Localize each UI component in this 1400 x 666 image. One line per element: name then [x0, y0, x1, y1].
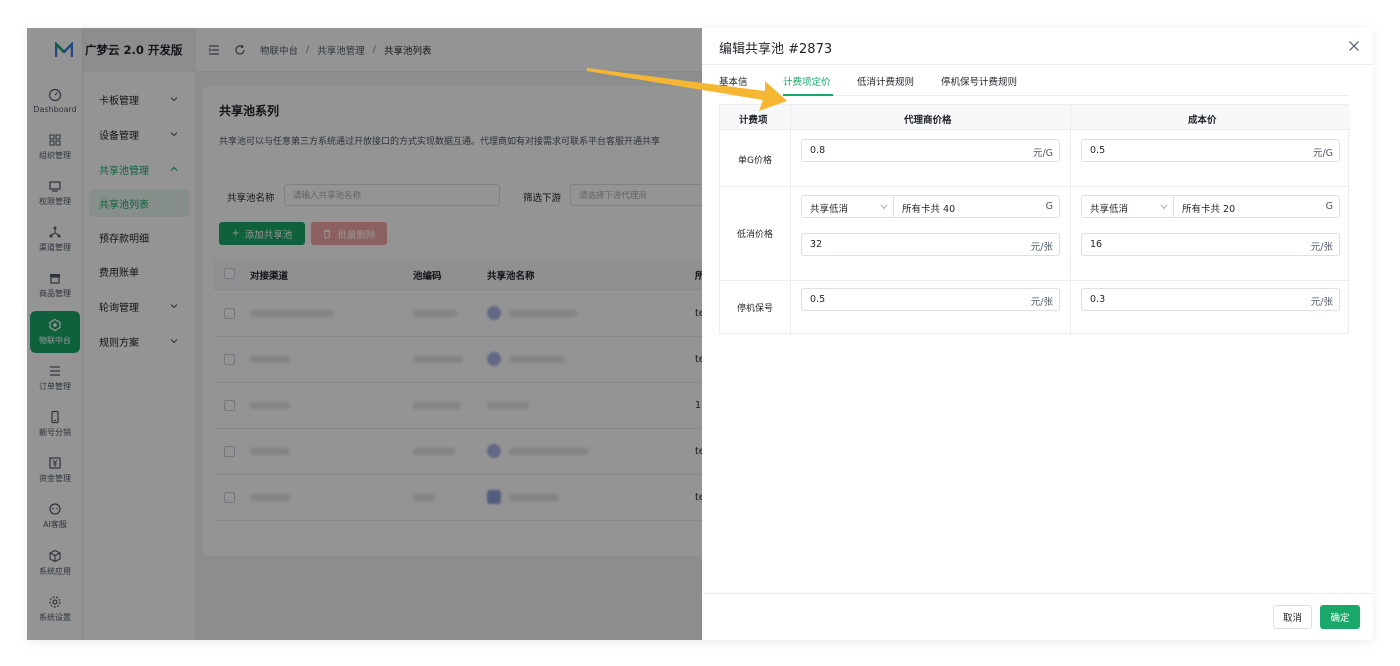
cost-min-fee-type-select[interactable]: 共享低消 所有卡共 20 G: [1081, 195, 1340, 218]
divider: [1070, 105, 1071, 335]
divider: [1173, 196, 1174, 217]
agent-min-fee-price-input[interactable]: 32 元/张: [801, 233, 1060, 256]
input-value: 0.5: [810, 294, 826, 305]
column-header: 成本价: [1188, 115, 1217, 126]
tab-min-fee-rules[interactable]: 低消计费规则: [857, 74, 914, 88]
input-unit: 元/张: [1030, 242, 1053, 253]
divider: [720, 280, 1350, 281]
drawer-tabs: 基本信 计费项定价 低消计费规则 停机保号计费规则: [719, 68, 1349, 96]
divider: [720, 186, 1350, 187]
drawer-title: 编辑共享池 #2873: [719, 42, 833, 57]
select-value: 共享低消: [810, 204, 849, 215]
row-label-unit-g: 单G价格: [738, 156, 772, 166]
app-window: Dashboard 组织管理 权限管理 渠道管理 商品管理 物联中台 订单管理: [27, 28, 1373, 640]
min-fee-desc: 所有卡共 20: [1182, 204, 1236, 215]
row-label-suspend: 停机保号: [736, 304, 773, 314]
divider: [702, 64, 1373, 65]
cost-unit-g-price-input[interactable]: 0.5 元/G: [1081, 139, 1340, 162]
chevron-down-icon: [1160, 204, 1168, 210]
input-unit: G: [1325, 201, 1333, 212]
min-fee-desc: 所有卡共 40: [902, 204, 956, 215]
tab-suspend-rules[interactable]: 停机保号计费规则: [941, 74, 1017, 88]
close-icon[interactable]: [1348, 40, 1360, 52]
select-value: 共享低消: [1090, 204, 1129, 215]
divider: [790, 105, 791, 335]
agent-min-fee-type-select[interactable]: 共享低消 所有卡共 40 G: [801, 195, 1060, 218]
input-value: 0.3: [1090, 294, 1106, 305]
annotation-arrow: [587, 68, 787, 111]
input-unit: 元/张: [1310, 242, 1333, 253]
edit-pool-drawer: 编辑共享池 #2873 基本信 计费项定价 低消计费规则 停机保号计费规则 计费…: [702, 28, 1373, 640]
input-unit: 元/张: [1310, 297, 1333, 308]
cost-suspend-price-input[interactable]: 0.3 元/张: [1081, 288, 1340, 311]
confirm-button[interactable]: 确定: [1320, 605, 1360, 629]
input-unit: 元/G: [1032, 148, 1053, 159]
cancel-button[interactable]: 取消: [1273, 605, 1312, 629]
pricing-table-header: 计费项 代理商价格 成本价: [720, 105, 1350, 130]
divider: [702, 593, 1373, 594]
input-unit: G: [1045, 201, 1053, 212]
cost-min-fee-price-input[interactable]: 16 元/张: [1081, 233, 1340, 256]
agent-unit-g-price-input[interactable]: 0.8 元/G: [801, 139, 1060, 162]
input-unit: 元/G: [1312, 148, 1333, 159]
agent-suspend-price-input[interactable]: 0.5 元/张: [801, 288, 1060, 311]
divider: [893, 196, 894, 217]
input-unit: 元/张: [1030, 297, 1053, 308]
pricing-table: 计费项 代理商价格 成本价 单G价格 0.8 元/G 0.5 元/G 低消价格 …: [719, 104, 1350, 335]
row-label-min-fee: 低消价格: [736, 230, 773, 240]
input-value: 16: [1090, 239, 1103, 250]
tab-billing-pricing[interactable]: 计费项定价: [783, 74, 831, 88]
input-value: 0.5: [1090, 145, 1106, 156]
input-value: 32: [810, 239, 823, 250]
chevron-down-icon: [880, 204, 888, 210]
modal-overlay[interactable]: [27, 28, 702, 640]
column-header: 代理商价格: [904, 115, 952, 126]
active-tab-indicator: [783, 94, 833, 96]
input-value: 0.8: [810, 145, 826, 156]
